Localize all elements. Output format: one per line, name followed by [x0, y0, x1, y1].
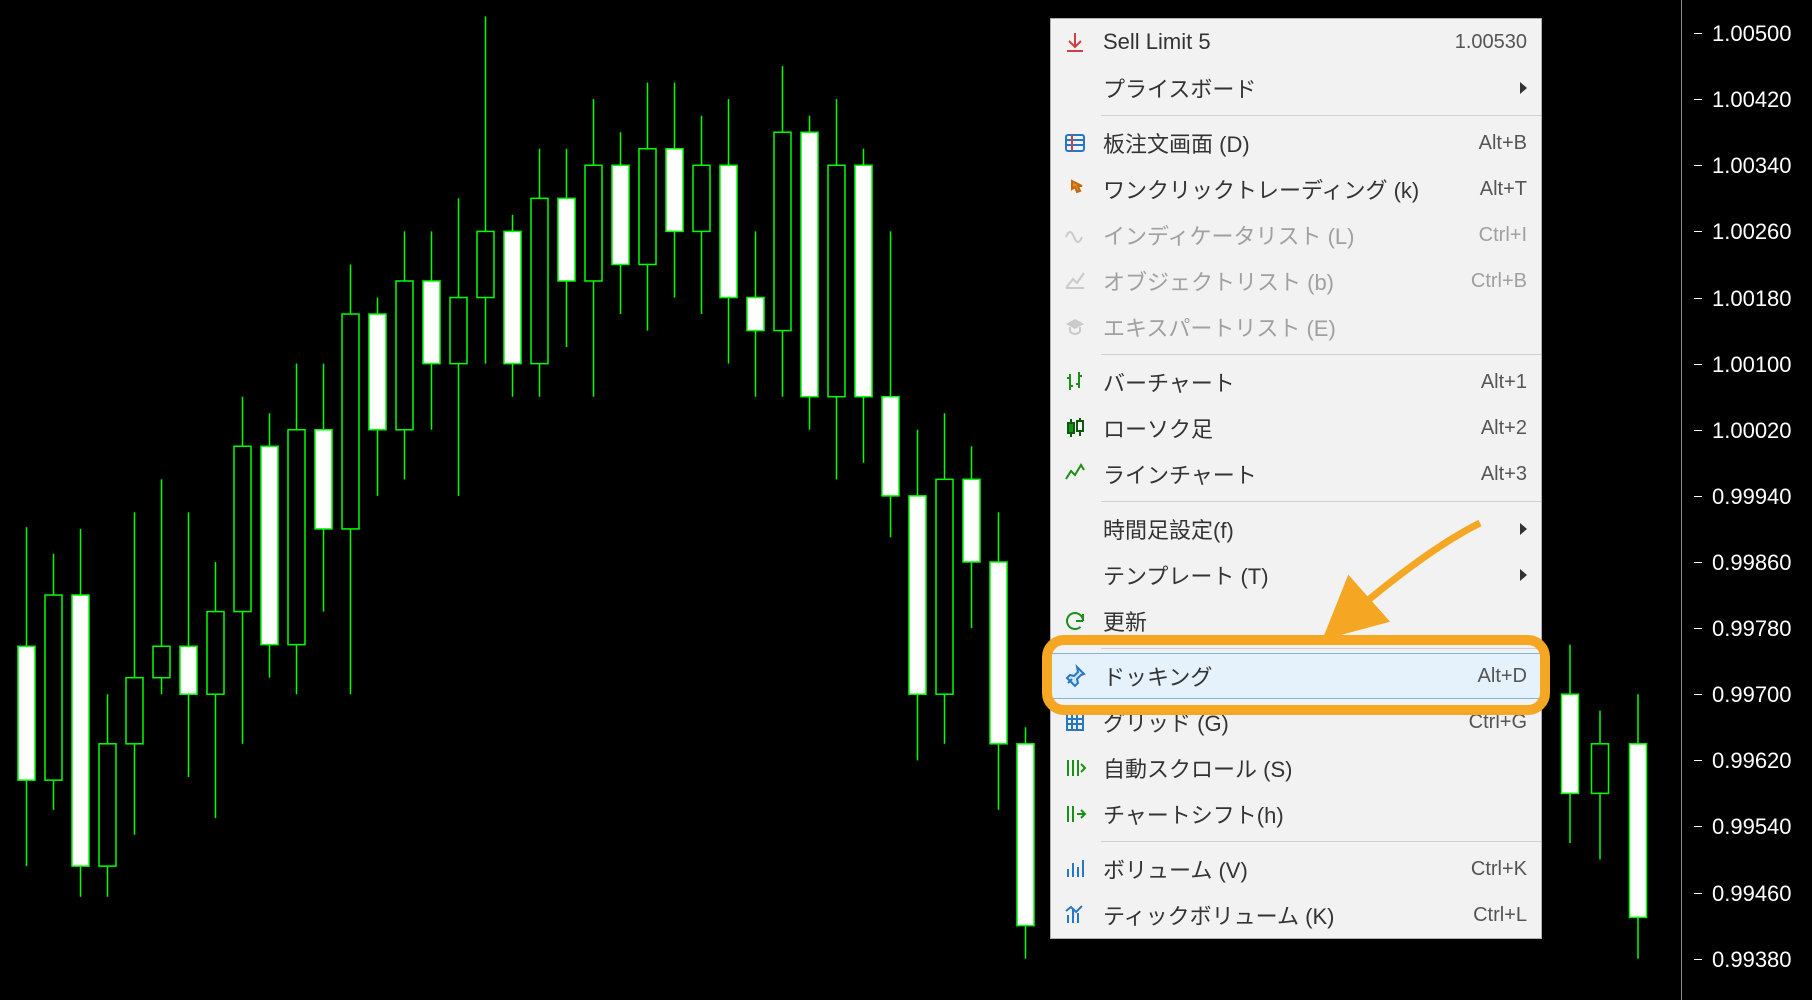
menu-item-volumes[interactable]: ボリューム (V) Ctrl+K — [1051, 846, 1541, 892]
axis-tick-label: 0.99460 — [1712, 881, 1792, 907]
menu-item-shortcut: Alt+T — [1480, 178, 1527, 201]
menu-separator — [1101, 354, 1541, 355]
axis-tick-label: 1.00420 — [1712, 87, 1792, 113]
menu-item-refresh[interactable]: 更新 — [1051, 598, 1541, 644]
blank-icon — [1061, 561, 1089, 589]
tickvol-icon — [1061, 901, 1089, 929]
menu-item-shortcut: Alt+D — [1478, 665, 1527, 688]
axis-tick-label: 1.00100 — [1712, 352, 1792, 378]
menu-item-label: チャートシフト(h) — [1103, 798, 1527, 830]
cap-grey-icon — [1061, 313, 1089, 341]
submenu-caret-icon — [1520, 82, 1527, 94]
axis-tick-label: 1.00020 — [1712, 418, 1792, 444]
menu-item-label: インディケータリスト (L) — [1103, 219, 1469, 251]
menu-item-label: プライスボード — [1103, 72, 1512, 104]
menu-item-label: 自動スクロール (S) — [1103, 752, 1527, 784]
menu-item-shortcut: Ctrl+K — [1471, 858, 1527, 881]
menu-item-indicator-list: インディケータリスト (L) Ctrl+I — [1051, 212, 1541, 258]
menu-item-bar-chart[interactable]: バーチャート Alt+1 — [1051, 359, 1541, 405]
submenu-caret-icon — [1520, 523, 1527, 535]
grid-icon — [1061, 708, 1089, 736]
menu-item-templates[interactable]: テンプレート (T) — [1051, 552, 1541, 598]
axis-tick-label: 0.99380 — [1712, 947, 1792, 973]
menu-item-label: ワンクリックトレーディング (k) — [1103, 173, 1470, 205]
menu-item-label: ボリューム (V) — [1103, 853, 1461, 885]
axis-tick-label: 1.00260 — [1712, 219, 1792, 245]
menu-separator — [1101, 841, 1541, 842]
chart-context-menu[interactable]: Sell Limit 5 1.00530 プライスボード板注文画面 (D) Alt+B… — [1050, 18, 1542, 939]
menu-item-label: エキスパートリスト (E) — [1103, 311, 1527, 343]
menu-item-shortcut: Ctrl+I — [1479, 224, 1527, 247]
menu-separator — [1101, 115, 1541, 116]
axis-tick-label: 1.00340 — [1712, 153, 1792, 179]
menu-item-one-click-trading[interactable]: ワンクリックトレーディング (k) Alt+T — [1051, 166, 1541, 212]
menu-item-label: ローソク足 — [1103, 412, 1471, 444]
menu-item-chart-shift[interactable]: チャートシフト(h) — [1051, 791, 1541, 837]
blank-icon — [1061, 74, 1089, 102]
axis-tick-label: 0.99540 — [1712, 814, 1792, 840]
menu-item-shortcut: 1.00530 — [1455, 31, 1527, 54]
sell-limit-icon — [1061, 28, 1089, 56]
menu-item-expert-list: エキスパートリスト (E) — [1051, 304, 1541, 350]
line-green-icon — [1061, 460, 1089, 488]
pin-icon — [1061, 662, 1089, 690]
menu-item-label: 板注文画面 (D) — [1103, 127, 1469, 159]
volume-icon — [1061, 855, 1089, 883]
menu-item-label: ティックボリューム (K) — [1103, 899, 1463, 931]
menu-item-label: テンプレート (T) — [1103, 559, 1512, 591]
trend-grey-icon — [1061, 267, 1089, 295]
menu-item-shortcut: Alt+1 — [1481, 371, 1527, 394]
menu-item-docking[interactable]: ドッキング Alt+D — [1051, 653, 1541, 699]
submenu-caret-icon — [1520, 569, 1527, 581]
menu-item-tick-volumes[interactable]: ティックボリューム (K) Ctrl+L — [1051, 892, 1541, 938]
menu-item-depth-of-market[interactable]: 板注文画面 (D) Alt+B — [1051, 120, 1541, 166]
menu-separator — [1101, 501, 1541, 502]
candle-icon — [1061, 414, 1089, 442]
axis-tick-label: 1.00500 — [1712, 21, 1792, 47]
bar-green-icon — [1061, 368, 1089, 396]
menu-item-candlesticks[interactable]: ローソク足 Alt+2 — [1051, 405, 1541, 451]
menu-item-label: バーチャート — [1103, 366, 1471, 398]
menu-item-autoscroll[interactable]: 自動スクロール (S) — [1051, 745, 1541, 791]
menu-item-sell-limit[interactable]: Sell Limit 5 1.00530 — [1051, 19, 1541, 65]
axis-tick-label: 0.99700 — [1712, 682, 1792, 708]
axis-tick-label: 0.99940 — [1712, 484, 1792, 510]
menu-item-shortcut: Alt+3 — [1481, 463, 1527, 486]
menu-item-label: グリッド (G) — [1103, 706, 1459, 738]
autoscroll-icon — [1061, 754, 1089, 782]
menu-item-label: ラインチャート — [1103, 458, 1471, 490]
refresh-icon — [1061, 607, 1089, 635]
blank-icon — [1061, 515, 1089, 543]
price-axis: 1.00500 1.00420 1.00340 1.00260 1.00180 1.001… — [1681, 0, 1812, 1000]
menu-item-label: 更新 — [1103, 605, 1527, 637]
shift-icon — [1061, 800, 1089, 828]
menu-item-shortcut: Ctrl+B — [1471, 270, 1527, 293]
menu-item-shortcut: Ctrl+L — [1473, 904, 1527, 927]
menu-item-grid[interactable]: グリッド (G) Ctrl+G — [1051, 699, 1541, 745]
menu-item-label: オブジェクトリスト (b) — [1103, 265, 1461, 297]
axis-tick-label: 1.00180 — [1712, 286, 1792, 312]
menu-item-object-list: オブジェクトリスト (b) Ctrl+B — [1051, 258, 1541, 304]
menu-item-timeframes[interactable]: 時間足設定(f) — [1051, 506, 1541, 552]
click-icon — [1061, 175, 1089, 203]
menu-item-label: 時間足設定(f) — [1103, 513, 1512, 545]
menu-item-shortcut: Alt+2 — [1481, 417, 1527, 440]
menu-item-label: Sell Limit 5 — [1103, 29, 1445, 55]
axis-tick-label: 0.99780 — [1712, 616, 1792, 642]
axis-tick-label: 0.99620 — [1712, 748, 1792, 774]
menu-item-shortcut: Alt+B — [1479, 132, 1527, 155]
list-icon — [1061, 129, 1089, 157]
menu-separator — [1101, 648, 1541, 649]
menu-item-line-chart[interactable]: ラインチャート Alt+3 — [1051, 451, 1541, 497]
menu-item-shortcut: Ctrl+G — [1469, 711, 1527, 734]
menu-item-price-board[interactable]: プライスボード — [1051, 65, 1541, 111]
menu-item-label: ドッキング — [1103, 660, 1468, 692]
axis-tick-label: 0.99860 — [1712, 550, 1792, 576]
wave-grey-icon — [1061, 221, 1089, 249]
